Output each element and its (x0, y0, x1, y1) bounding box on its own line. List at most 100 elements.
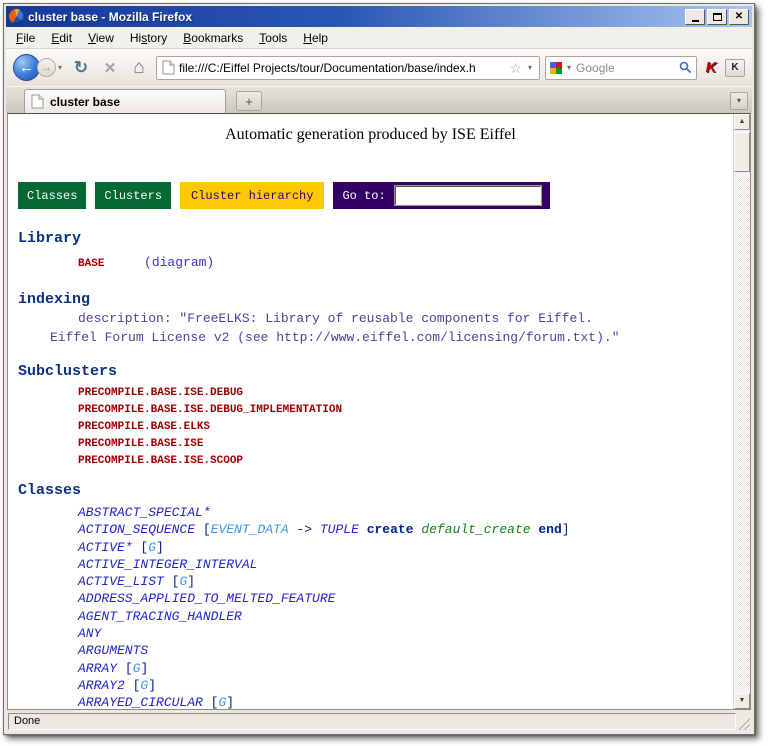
indexing-description-line2: Eiffel Forum License v2 (see http://www.… (8, 330, 733, 346)
tab-cluster-base[interactable]: cluster base (24, 89, 226, 113)
subcluster-link[interactable]: PRECOMPILE.BASE.ISE.DEBUG (8, 385, 733, 402)
code-segment: ] (140, 661, 148, 676)
menu-item[interactable]: History (122, 28, 175, 48)
back-forward-cluster: ← → ▾ (13, 54, 64, 81)
classes-heading: Classes (8, 482, 733, 499)
menu-item[interactable]: View (80, 28, 122, 48)
page-title: Automatic generation produced by ISE Eif… (8, 114, 733, 144)
menu-item[interactable]: Tools (251, 28, 295, 48)
back-button[interactable]: ← (13, 54, 40, 81)
diagram-link[interactable]: (diagram) (144, 255, 214, 270)
goto-input[interactable] (395, 186, 541, 205)
scrollbar-track[interactable] (734, 130, 750, 693)
class-link[interactable]: ARGUMENTS (78, 643, 148, 658)
menu-item[interactable]: Help (295, 28, 336, 48)
code-segment: EVENT_DATA (211, 522, 289, 537)
search-engine-dropdown[interactable]: ▾ (565, 63, 573, 72)
class-link[interactable]: ADDRESS_APPLIED_TO_MELTED_FEATURE (78, 591, 335, 606)
scroll-down-button[interactable]: ▼ (734, 693, 750, 709)
stop-button[interactable]: ✕ (98, 56, 122, 80)
vertical-scrollbar[interactable]: ▲ ▼ (733, 114, 750, 709)
subcluster-link[interactable]: PRECOMPILE.BASE.ELKS (8, 419, 733, 436)
forward-button[interactable]: → (37, 58, 56, 77)
code-segment: ] (148, 678, 156, 693)
code-segment: ] (156, 540, 164, 555)
browser-viewport: Automatic generation produced by ISE Eif… (7, 113, 751, 710)
url-text[interactable]: file:///C:/Eiffel Projects/tour/Document… (179, 61, 505, 75)
menu-item[interactable]: File (8, 28, 43, 48)
close-button[interactable]: ✕ (729, 9, 749, 25)
k-extension-button[interactable]: K (725, 59, 745, 77)
kaspersky-icon[interactable]: K (702, 59, 720, 77)
menu-bar: FileEditViewHistoryBookmarksToolsHelp (6, 27, 752, 49)
code-segment: default_create (421, 522, 530, 537)
urlbar-dropdown-button[interactable]: ▾ (526, 63, 534, 72)
library-name-link[interactable]: BASE (78, 258, 104, 270)
class-list-item: ACTIVE_LIST [G] (8, 573, 733, 590)
status-bar: Done (6, 710, 752, 732)
library-heading: Library (8, 230, 733, 247)
class-link[interactable]: ACTIVE* (78, 540, 133, 555)
reload-button[interactable]: ↻ (69, 56, 93, 80)
tab-list-dropdown-button[interactable]: ▾ (730, 92, 748, 110)
class-link[interactable]: ACTIVE_LIST (78, 574, 164, 589)
class-link[interactable]: ARRAY2 (78, 678, 125, 693)
clusters-nav-button[interactable]: Clusters (95, 182, 171, 209)
scrollbar-thumb[interactable] (734, 132, 750, 172)
reload-icon: ↻ (74, 58, 88, 78)
magnifier-icon[interactable] (679, 61, 692, 74)
subclusters-heading: Subclusters (8, 363, 733, 380)
subcluster-link[interactable]: PRECOMPILE.BASE.ISE.SCOOP (8, 453, 733, 470)
navigation-toolbar: ← → ▾ ↻ ✕ ⌂ file:///C:/Eiffel Projects/t… (6, 49, 752, 86)
menu-item[interactable]: Edit (43, 28, 80, 48)
window-title: cluster base - Mozilla Firefox (28, 10, 681, 24)
history-dropdown-button[interactable]: ▾ (56, 63, 64, 72)
indexing-description-line1: description: "FreeELKS: Library of reusa… (8, 311, 733, 327)
bookmark-star-icon[interactable]: ☆ (509, 61, 522, 75)
class-link[interactable]: ACTIVE_INTEGER_INTERVAL (78, 557, 257, 572)
cluster-hierarchy-nav-button[interactable]: Cluster hierarchy (180, 182, 324, 209)
classes-nav-button[interactable]: Classes (18, 182, 86, 209)
new-tab-button[interactable]: + (236, 91, 262, 111)
search-input[interactable] (576, 61, 676, 75)
firefox-icon (9, 9, 24, 24)
subcluster-link[interactable]: PRECOMPILE.BASE.ISE.DEBUG_IMPLEMENTATION (8, 402, 733, 419)
code-segment: [ (125, 678, 141, 693)
minimize-button[interactable] (685, 9, 705, 25)
tab-page-icon (31, 94, 44, 109)
menu-item[interactable]: Bookmarks (175, 28, 251, 48)
tab-strip: cluster base + ▾ (6, 86, 752, 113)
code-segment: ] (226, 695, 234, 709)
class-list-item: ANY (8, 625, 733, 642)
maximize-icon (713, 13, 722, 21)
status-text: Done (8, 713, 736, 730)
resize-grip[interactable] (737, 717, 750, 730)
maximize-button[interactable] (707, 9, 727, 25)
scroll-up-button[interactable]: ▲ (734, 114, 750, 130)
stop-icon: ✕ (104, 59, 117, 77)
page-content: Automatic generation produced by ISE Eif… (8, 114, 733, 709)
class-list-item: ADDRESS_APPLIED_TO_MELTED_FEATURE (8, 590, 733, 607)
search-box[interactable]: ▾ (545, 56, 697, 80)
google-icon[interactable] (550, 62, 562, 74)
firefox-window: cluster base - Mozilla Firefox ✕ FileEdi… (3, 3, 755, 735)
home-button[interactable]: ⌂ (127, 56, 151, 80)
class-link[interactable]: ACTION_SEQUENCE (78, 522, 195, 537)
subcluster-list: PRECOMPILE.BASE.ISE.DEBUGPRECOMPILE.BASE… (8, 385, 733, 470)
code-segment (359, 522, 367, 537)
class-link[interactable]: ARRAYED_CIRCULAR (78, 695, 203, 709)
class-link[interactable]: TUPLE (320, 522, 359, 537)
class-link[interactable]: ARRAY (78, 661, 117, 676)
class-list-item: ACTION_SEQUENCE [EVENT_DATA -> TUPLE cre… (8, 521, 733, 538)
location-bar[interactable]: file:///C:/Eiffel Projects/tour/Document… (156, 56, 540, 80)
code-segment: create (367, 522, 414, 537)
indexing-heading: indexing (8, 291, 733, 308)
code-segment: ] (562, 522, 570, 537)
class-list-item: ARRAY2 [G] (8, 677, 733, 694)
class-link[interactable]: AGENT_TRACING_HANDLER (78, 609, 242, 624)
window-titlebar[interactable]: cluster base - Mozilla Firefox ✕ (6, 6, 752, 27)
class-link[interactable]: ANY (78, 626, 101, 641)
subcluster-link[interactable]: PRECOMPILE.BASE.ISE (8, 436, 733, 453)
code-segment: -> (289, 522, 320, 537)
class-link[interactable]: ABSTRACT_SPECIAL* (78, 505, 211, 520)
